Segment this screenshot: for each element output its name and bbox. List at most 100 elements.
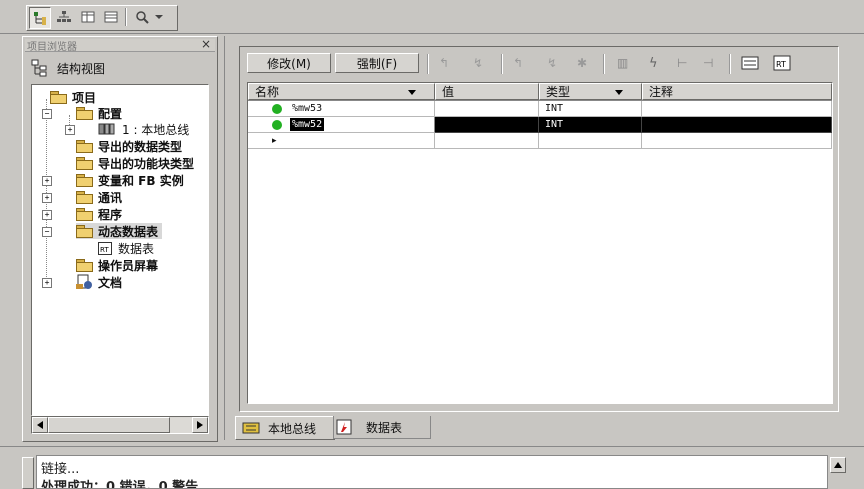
output-grip[interactable] — [22, 457, 34, 489]
project-browser-panel: 项目浏览器 × 结构视图 项目 − 配置 + 1 : 本地总线 导出的数据类型 — [22, 36, 218, 442]
tree-item-documents[interactable]: 文档 — [76, 274, 122, 290]
scroll-thumb[interactable] — [48, 417, 170, 433]
tab-local-bus[interactable]: 本地总线 — [235, 416, 335, 440]
table-icon[interactable] — [78, 7, 98, 27]
tree-item-configuration[interactable]: 配置 — [76, 105, 122, 121]
unforce-icon[interactable]: ✱ — [577, 56, 591, 70]
column-header-name[interactable]: 名称 — [248, 83, 435, 100]
tree-item-label: 动态数据表 — [98, 224, 159, 239]
folder-icon — [76, 157, 93, 170]
folder-icon — [76, 208, 93, 221]
bus-module-icon — [98, 123, 115, 135]
list-icon[interactable] — [101, 7, 121, 27]
expand-toggle[interactable]: + — [65, 125, 75, 135]
row-name-cell[interactable]: %mw52 — [248, 117, 435, 133]
lightning-icon[interactable]: ϟ — [649, 56, 663, 71]
tree-item-label: 1 : 本地总线 — [122, 122, 190, 137]
tree-item-program[interactable]: 程序 — [76, 206, 122, 222]
hierarchy-icon[interactable] — [54, 7, 74, 27]
row-value-cell[interactable] — [435, 101, 539, 117]
tree-item-data-table[interactable]: RT 数据表 — [98, 240, 154, 256]
output-scroll-up-button[interactable] — [830, 457, 846, 473]
tree-item-label: 配置 — [98, 106, 123, 121]
set-icon[interactable]: ↰ — [439, 56, 453, 70]
structure-view-icon — [31, 59, 47, 77]
arrow-left-icon — [37, 421, 43, 429]
table-row[interactable]: %mw53 INT — [248, 101, 832, 117]
tree-item-operator-screen[interactable]: 操作员屏幕 — [76, 257, 158, 273]
folder-icon — [76, 259, 93, 272]
expand-toggle[interactable]: + — [42, 193, 52, 203]
data-table-icon: RT — [98, 241, 112, 255]
tree-item-label: 导出的数据类型 — [98, 139, 183, 154]
modify-button[interactable]: 修改(M) — [247, 53, 331, 73]
toolbar-separator — [729, 54, 731, 74]
expand-toggle[interactable]: + — [42, 210, 52, 220]
row-comment-cell[interactable] — [642, 101, 832, 117]
tab-data-table[interactable]: 数据表 — [333, 416, 431, 439]
toolbar-separator — [603, 54, 605, 74]
name-edit-field[interactable]: %mw52 — [290, 118, 325, 131]
row-value-cell[interactable] — [435, 133, 539, 149]
row-type-cell[interactable]: INT — [539, 101, 642, 117]
dropdown-icon — [615, 90, 623, 95]
bracket-lightning-icon[interactable]: ⊣ — [703, 56, 717, 70]
columns-icon[interactable]: ▥ — [617, 56, 631, 70]
reset-icon[interactable]: ↯ — [473, 56, 487, 70]
view-label: 结构视图 — [57, 61, 106, 76]
bracket-icon[interactable]: ⊢ — [677, 56, 691, 70]
tree-item-variables[interactable]: 变量和 FB 实例 — [76, 172, 184, 188]
expand-toggle[interactable]: + — [42, 278, 52, 288]
toolbar-separator — [125, 8, 127, 26]
properties-icon[interactable] — [741, 54, 759, 72]
force-set-icon[interactable]: ↰ — [513, 56, 527, 70]
folder-open-icon — [76, 225, 93, 238]
folder-open-icon — [50, 91, 67, 104]
force-reset-icon[interactable]: ↯ — [547, 56, 561, 70]
new-row-marker[interactable]: ▸ — [248, 133, 435, 149]
column-header-value[interactable]: 值 — [435, 83, 539, 100]
new-row[interactable]: ▸ — [248, 133, 832, 149]
tree-item-project[interactable]: 项目 — [50, 89, 96, 105]
tab-label: 本地总线 — [268, 421, 317, 436]
arrow-up-icon — [834, 462, 842, 468]
row-type-cell[interactable]: INT — [539, 117, 642, 133]
view-selector[interactable]: 结构视图 — [31, 57, 181, 79]
tree-item-label: 程序 — [98, 207, 123, 222]
tree-item-exported-fb-types[interactable]: 导出的功能块类型 — [76, 155, 194, 171]
structure-view-icon[interactable] — [29, 7, 51, 29]
row-type-cell[interactable] — [539, 133, 642, 149]
column-header-comment[interactable]: 注释 — [642, 83, 832, 100]
scroll-right-button[interactable] — [192, 417, 208, 433]
folder-icon — [76, 174, 93, 187]
row-comment-cell[interactable] — [642, 117, 832, 133]
data-table-tab-icon — [336, 419, 352, 435]
toolbar-separator — [427, 54, 429, 74]
scroll-left-button[interactable] — [32, 417, 48, 433]
svg-text:RT: RT — [776, 60, 786, 69]
tree-item-communication[interactable]: 通讯 — [76, 189, 122, 205]
tree-horizontal-scrollbar[interactable] — [31, 416, 209, 434]
row-comment-cell[interactable] — [642, 133, 832, 149]
row-name-cell[interactable]: %mw53 — [248, 101, 435, 117]
tree-item-local-bus[interactable]: 1 : 本地总线 — [98, 121, 189, 137]
tree-item-exported-data-types[interactable]: 导出的数据类型 — [76, 138, 182, 154]
collapse-toggle[interactable]: − — [42, 227, 52, 237]
panel-close-button[interactable]: × — [201, 37, 211, 51]
row-value-cell[interactable] — [435, 117, 539, 133]
status-led-icon — [272, 104, 282, 114]
table-row-selected[interactable]: %mw52 INT — [248, 117, 832, 133]
data-table-icon[interactable]: RT — [773, 54, 791, 72]
tree-item-dynamic-data-table[interactable]: 动态数据表 — [76, 223, 163, 239]
top-border — [0, 33, 864, 34]
zoom-icon[interactable] — [132, 7, 152, 27]
folder-open-icon — [76, 107, 93, 120]
tree-item-label: 变量和 FB 实例 — [98, 173, 184, 188]
output-window: 链接... 处理成功：0 错误，0 警告 — [0, 446, 864, 489]
expand-toggle[interactable]: + — [42, 176, 52, 186]
dropdown-icon[interactable] — [152, 7, 166, 27]
output-text-area: 链接... 处理成功：0 错误，0 警告 — [36, 455, 828, 489]
column-header-type[interactable]: 类型 — [539, 83, 642, 100]
force-button[interactable]: 强制(F) — [335, 53, 419, 73]
collapse-toggle[interactable]: − — [42, 109, 52, 119]
